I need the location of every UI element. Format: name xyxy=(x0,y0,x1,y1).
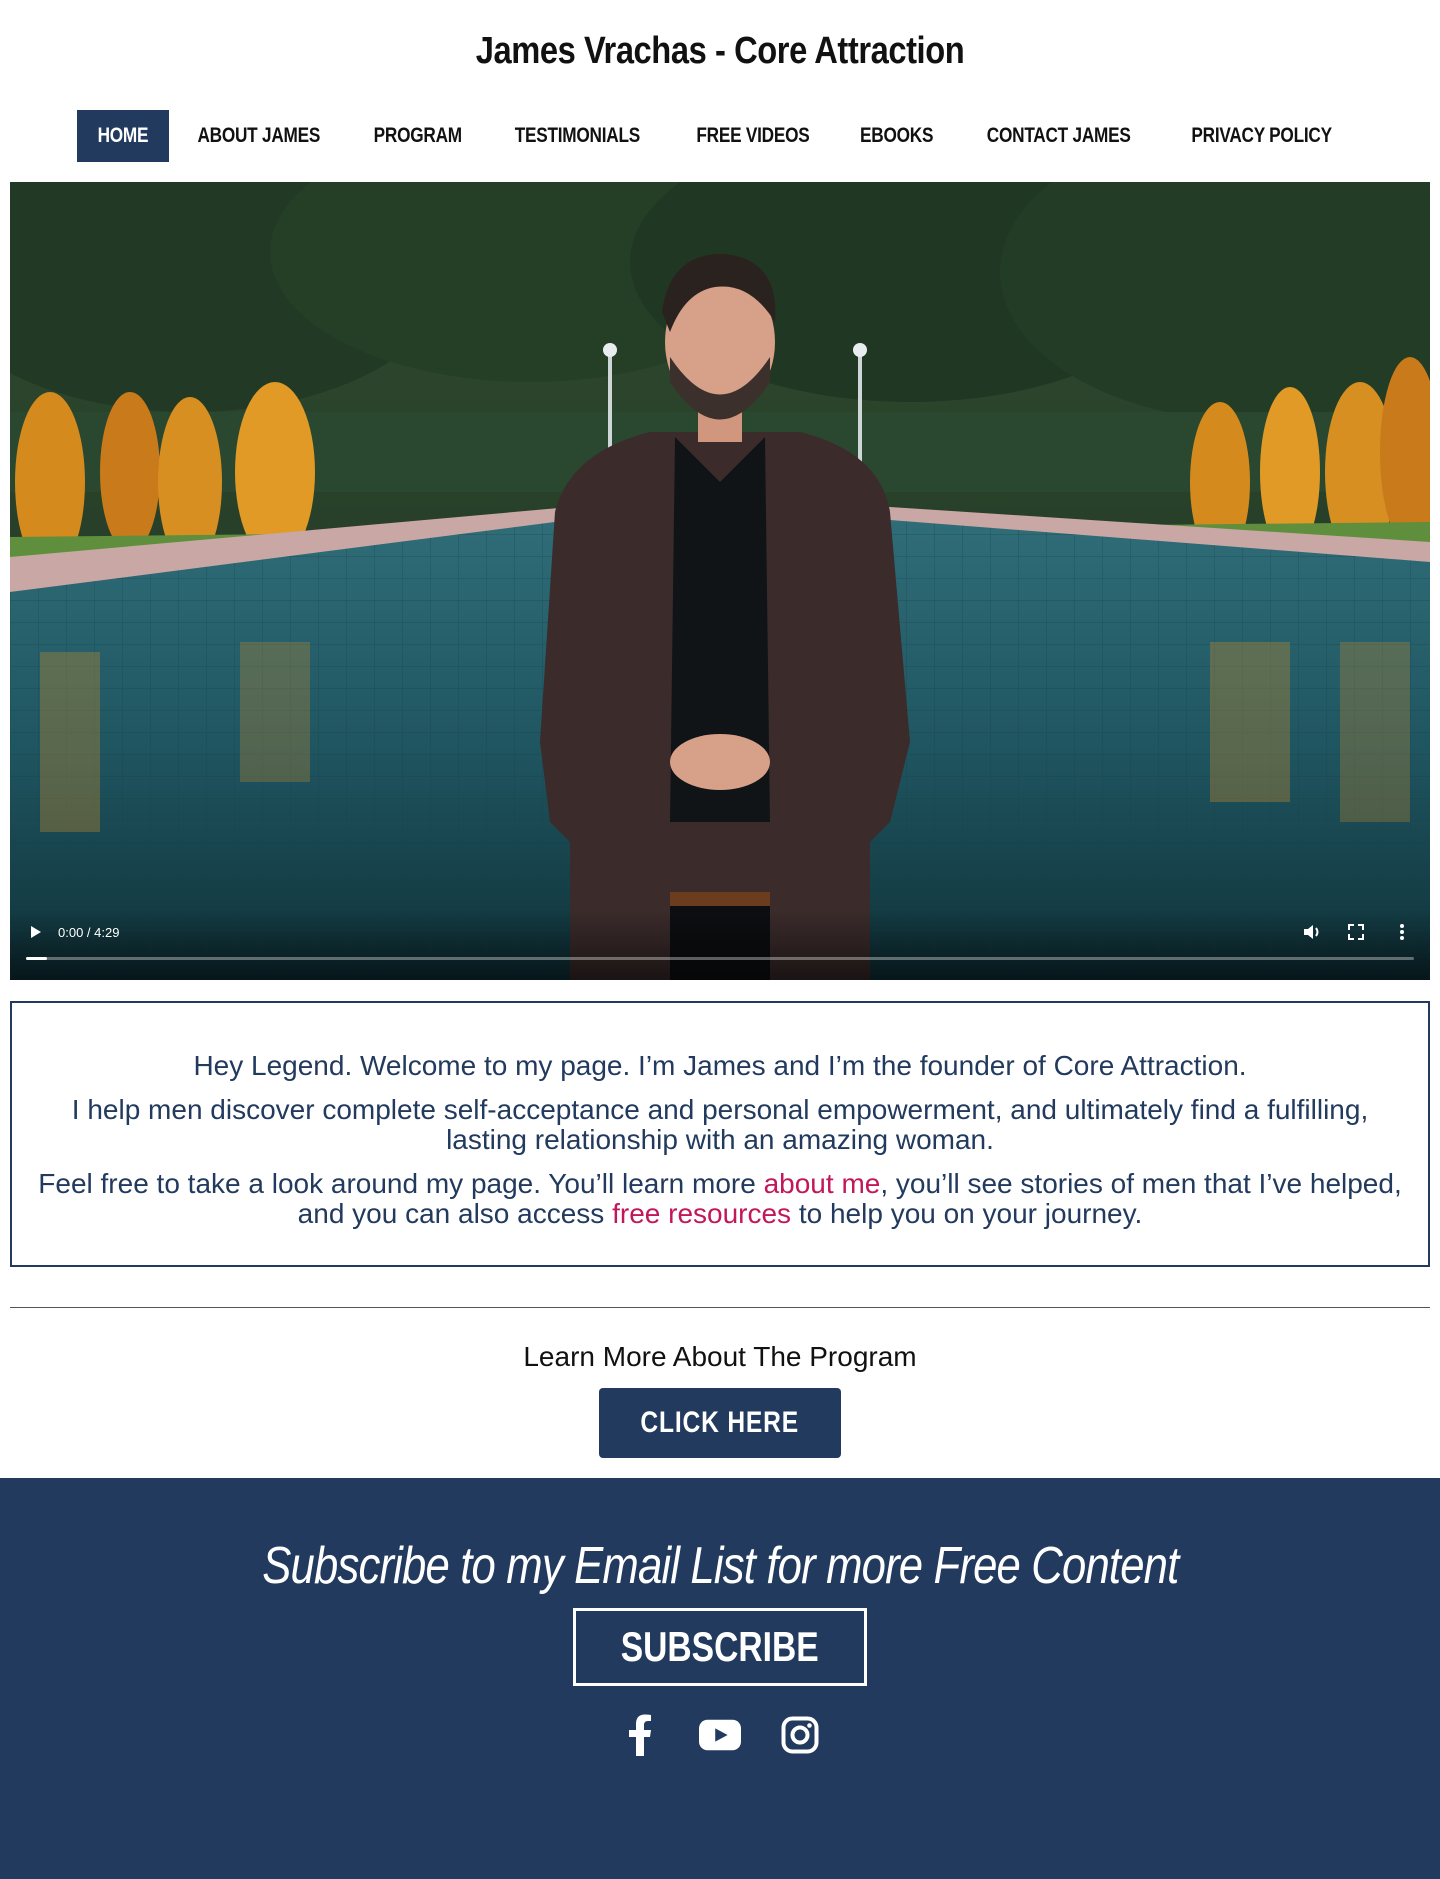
progress-bar[interactable] xyxy=(26,957,1414,960)
intro-line-1: Hey Legend. Welcome to my page. I’m Jame… xyxy=(193,1050,1247,1081)
nav-item-label: PRIVACY POLICY xyxy=(1191,124,1333,147)
facebook-icon[interactable] xyxy=(619,1714,661,1756)
time-readout: 0:00 / 4:29 xyxy=(58,925,120,940)
nav-item-label: PROGRAM xyxy=(373,124,462,147)
youtube-icon[interactable] xyxy=(699,1714,741,1756)
intro-text: Feel free to take a look around my page.… xyxy=(38,1168,764,1199)
nav-item-privacy-policy[interactable]: PRIVACY POLICY xyxy=(1161,110,1362,162)
nav-item-label: ABOUT JAMES xyxy=(197,124,321,147)
program-label: Learn More About The Program xyxy=(523,1341,917,1372)
volume-icon[interactable] xyxy=(1302,922,1322,942)
free-resources-link[interactable]: free resources xyxy=(612,1198,791,1229)
button-label: SUBSCRIBE xyxy=(621,1623,819,1670)
nav-item-label: FREE VIDEOS xyxy=(696,124,810,147)
subscribe-button[interactable]: SUBSCRIBE xyxy=(573,1608,867,1686)
progress-fill xyxy=(26,957,47,960)
main-nav: HOME ABOUT JAMES PROGRAM TESTIMONIALS FR… xyxy=(0,110,1440,162)
button-label: CLICK HERE xyxy=(640,1406,800,1439)
about-me-link[interactable]: about me xyxy=(764,1168,881,1199)
intro-text: to help you on your journey. xyxy=(791,1198,1143,1229)
nav-item-ebooks[interactable]: EBOOKS xyxy=(837,110,956,162)
nav-item-label: TESTIMONIALS xyxy=(514,124,641,147)
subscribe-heading-text: Subscribe to my Email List for more Free… xyxy=(261,1537,1179,1595)
intro-line-2: I help men discover complete self-accept… xyxy=(71,1094,1369,1155)
nav-item-home[interactable]: HOME xyxy=(77,110,170,162)
video-player[interactable]: 0:00 / 4:29 xyxy=(10,182,1430,980)
nav-item-label: CONTACT JAMES xyxy=(986,124,1131,147)
click-here-button[interactable]: CLICK HERE xyxy=(599,1388,841,1458)
intro-line-3: Feel free to take a look around my page.… xyxy=(32,1169,1408,1229)
social-links xyxy=(0,1714,1440,1756)
nav-item-program[interactable]: PROGRAM xyxy=(349,110,487,162)
video-frame xyxy=(10,182,1430,980)
nav-item-about-james[interactable]: ABOUT JAMES xyxy=(169,110,349,162)
more-options-icon[interactable] xyxy=(1392,922,1412,942)
site-title: James Vrachas - Core Attraction xyxy=(475,30,965,72)
nav-item-free-videos[interactable]: FREE VIDEOS xyxy=(669,110,837,162)
intro-box: Hey Legend. Welcome to my page. I’m Jame… xyxy=(10,1001,1430,1267)
instagram-icon[interactable] xyxy=(779,1714,821,1756)
nav-item-testimonials[interactable]: TESTIMONIALS xyxy=(486,110,669,162)
divider xyxy=(10,1307,1430,1308)
nav-item-contact-james[interactable]: CONTACT JAMES xyxy=(956,110,1161,162)
nav-item-label: HOME xyxy=(97,124,149,147)
nav-item-label: EBOOKS xyxy=(859,124,934,147)
video-controls: 0:00 / 4:29 xyxy=(10,910,1430,980)
subscribe-heading: Subscribe to my Email List for more Free… xyxy=(0,1536,1440,1596)
fullscreen-icon[interactable] xyxy=(1346,922,1366,942)
play-icon[interactable] xyxy=(28,924,44,940)
footer: Subscribe to my Email List for more Free… xyxy=(0,1478,1440,1879)
